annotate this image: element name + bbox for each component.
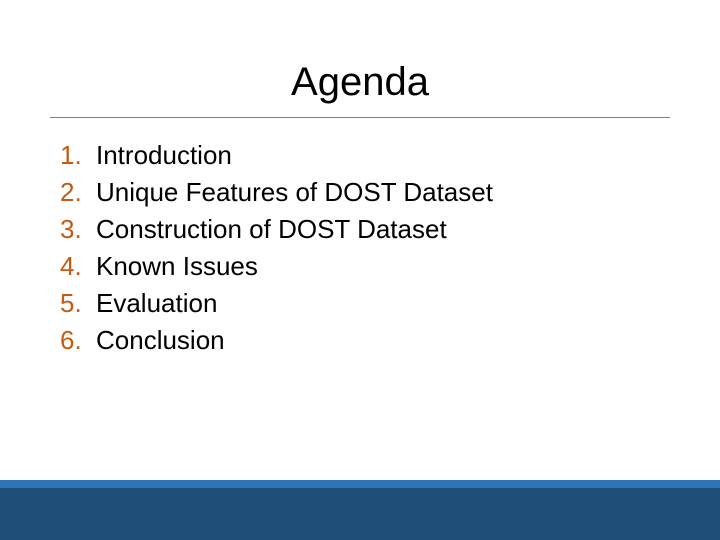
list-item: 6. Conclusion <box>60 325 670 356</box>
item-text: Introduction <box>96 140 232 171</box>
item-number: 1. <box>60 140 96 171</box>
agenda-list: 1. Introduction 2. Unique Features of DO… <box>50 140 670 356</box>
list-item: 5. Evaluation <box>60 288 670 319</box>
item-text: Construction of DOST Dataset <box>96 214 447 245</box>
item-text: Conclusion <box>96 325 225 356</box>
bottom-accent-bar <box>0 480 720 540</box>
slide-title: Agenda <box>50 60 670 118</box>
list-item: 4. Known Issues <box>60 251 670 282</box>
bottom-bar-top-stripe <box>0 480 720 488</box>
list-item: 2. Unique Features of DOST Dataset <box>60 177 670 208</box>
bottom-bar-main-stripe <box>0 488 720 540</box>
item-text: Known Issues <box>96 251 258 282</box>
item-text: Unique Features of DOST Dataset <box>96 177 493 208</box>
list-item: 1. Introduction <box>60 140 670 171</box>
item-number: 3. <box>60 214 96 245</box>
item-number: 5. <box>60 288 96 319</box>
item-number: 4. <box>60 251 96 282</box>
item-number: 2. <box>60 177 96 208</box>
item-text: Evaluation <box>96 288 217 319</box>
slide-container: Agenda 1. Introduction 2. Unique Feature… <box>0 0 720 540</box>
item-number: 6. <box>60 325 96 356</box>
list-item: 3. Construction of DOST Dataset <box>60 214 670 245</box>
